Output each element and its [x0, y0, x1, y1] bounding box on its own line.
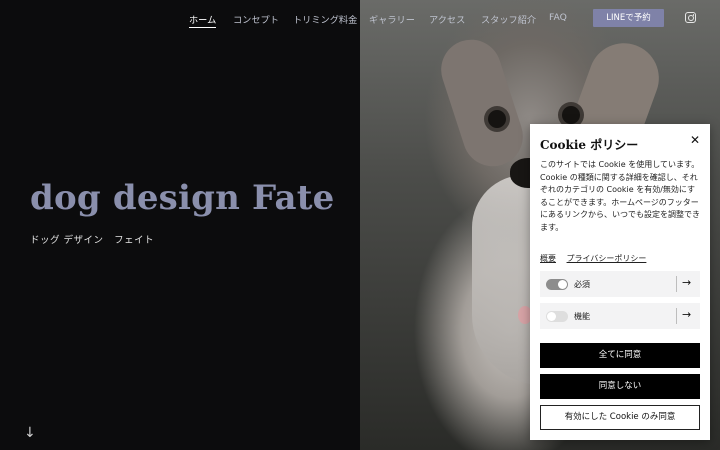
- accept-selected-button[interactable]: 有効にした Cookie のみ同意: [540, 405, 700, 430]
- cookie-title: Cookie ポリシー: [540, 138, 639, 152]
- nav-item-concept[interactable]: コンセプト: [233, 12, 279, 26]
- photo-eye-left: [488, 110, 506, 128]
- cookie-category-required: 必須 →: [540, 271, 700, 297]
- row-divider: [676, 308, 677, 324]
- required-label: 必須: [574, 280, 590, 289]
- arrow-right-icon[interactable]: →: [682, 308, 691, 321]
- nav-item-staff[interactable]: スタッフ紹介: [481, 12, 536, 26]
- top-nav: ホーム コンセプト トリミング料金 ギャラリー アクセス スタッフ紹介 FAQ …: [0, 0, 720, 36]
- row-divider: [676, 276, 677, 292]
- functional-label: 機能: [574, 312, 590, 321]
- arrow-right-icon[interactable]: →: [682, 276, 691, 289]
- cookie-category-functional: 機能 →: [540, 303, 700, 329]
- nav-item-home[interactable]: ホーム: [189, 12, 217, 28]
- close-icon[interactable]: ✕: [690, 133, 700, 147]
- photo-ear-left: [433, 31, 531, 175]
- nav-item-trimming-price[interactable]: トリミング料金: [293, 12, 357, 26]
- privacy-policy-link[interactable]: プライバシーポリシー: [567, 254, 647, 263]
- hero-title: dog design Fate: [30, 178, 335, 218]
- cookie-body-text: このサイトでは Cookie を使用しています。Cookie の種類に関する詳細…: [540, 160, 700, 232]
- down-arrow-icon[interactable]: ↓: [24, 425, 36, 441]
- photo-eye-right: [562, 106, 580, 124]
- accept-all-button[interactable]: 全てに同意: [540, 343, 700, 368]
- cookie-links: 概要 プライバシーポリシー: [540, 253, 654, 264]
- instagram-icon[interactable]: [685, 12, 696, 23]
- nav-item-gallery[interactable]: ギャラリー: [369, 12, 415, 26]
- required-toggle[interactable]: [546, 279, 568, 290]
- decline-button[interactable]: 同意しない: [540, 374, 700, 399]
- overview-link[interactable]: 概要: [540, 254, 556, 263]
- nav-item-access[interactable]: アクセス: [429, 12, 465, 26]
- nav-item-faq[interactable]: FAQ: [549, 12, 567, 23]
- cookie-policy-dialog: Cookie ポリシー ✕ このサイトでは Cookie を使用しています。Co…: [530, 124, 710, 440]
- line-reserve-button[interactable]: LINEで予約: [593, 9, 664, 27]
- functional-toggle[interactable]: [546, 311, 568, 322]
- hero-subtitle: ドッグ デザイン フェイト: [30, 235, 155, 246]
